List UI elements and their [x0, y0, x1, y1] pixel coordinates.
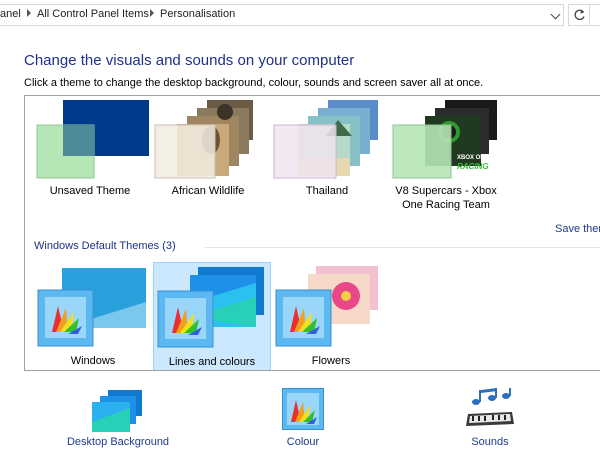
- theme-windows[interactable]: Windows: [34, 262, 152, 370]
- refresh-icon: [574, 9, 585, 21]
- colour-link[interactable]: Colour: [243, 388, 363, 450]
- bottom-link-label: Desktop Background: [66, 436, 170, 448]
- desktop-background-icon: [92, 390, 142, 432]
- breadcrumb-personalisation[interactable]: Personalisation: [160, 8, 235, 20]
- theme-label: V8 Supercars - Xbox: [395, 185, 497, 197]
- default-themes-heading: Windows Default Themes (3): [34, 240, 176, 252]
- theme-label: Lines and colours: [168, 356, 256, 368]
- theme-unsaved-preview: [36, 100, 149, 179]
- theme-flowers-preview: [275, 266, 378, 347]
- theme-thailand[interactable]: Thailand: [268, 98, 386, 206]
- xbox-one-badge: XBOX ONE: [457, 155, 489, 161]
- group-divider: [205, 247, 600, 248]
- desktop-background-link[interactable]: Desktop Background: [58, 388, 178, 450]
- theme-label: Unsaved Theme: [49, 185, 131, 197]
- bottom-link-label: Sounds: [471, 436, 509, 448]
- search-box-edge[interactable]: [589, 4, 600, 26]
- theme-flowers[interactable]: Flowers: [272, 262, 390, 370]
- theme-label: Flowers: [311, 355, 351, 367]
- breadcrumb-control-panel[interactable]: anel: [0, 8, 21, 20]
- breadcrumb-all-items[interactable]: All Control Panel Items: [37, 8, 149, 20]
- theme-label: One Racing Team: [402, 199, 490, 211]
- theme-lines-colours-preview: [157, 267, 264, 348]
- page-title: Change the visuals and sounds on your co…: [24, 52, 355, 69]
- theme-v8-supercars-preview: [392, 100, 497, 179]
- theme-windows-preview: [37, 268, 146, 347]
- racing-badge: RACING: [457, 162, 489, 171]
- theme-v8-supercars[interactable]: XBOX ONE RACING V8 Supercars - Xbox One …: [387, 98, 505, 211]
- bottom-link-label: Colour: [286, 436, 320, 448]
- sounds-icon: [466, 388, 514, 426]
- colour-icon: [282, 388, 324, 430]
- theme-unsaved[interactable]: Unsaved Theme: [31, 98, 149, 206]
- themes-panel: Unsaved Theme African Wildlife Thailand: [24, 95, 600, 371]
- theme-african-wildlife-preview: [154, 100, 253, 179]
- breadcrumb-chevron-icon[interactable]: [150, 9, 154, 17]
- theme-label: African Wildlife: [171, 185, 245, 197]
- theme-thailand-preview: [273, 100, 378, 179]
- sounds-link[interactable]: Sounds: [430, 388, 550, 450]
- theme-label: Thailand: [305, 185, 349, 197]
- theme-african-wildlife[interactable]: African Wildlife: [149, 98, 267, 206]
- breadcrumb-chevron-icon[interactable]: [27, 9, 31, 17]
- refresh-button[interactable]: [568, 4, 590, 26]
- theme-label: Windows: [70, 355, 116, 367]
- address-bar: anel All Control Panel Items Personalisa…: [0, 0, 600, 31]
- page-subtitle: Click a theme to change the desktop back…: [24, 77, 484, 89]
- theme-lines-and-colours[interactable]: Lines and colours: [153, 262, 271, 370]
- save-theme-link[interactable]: Save them: [555, 223, 600, 235]
